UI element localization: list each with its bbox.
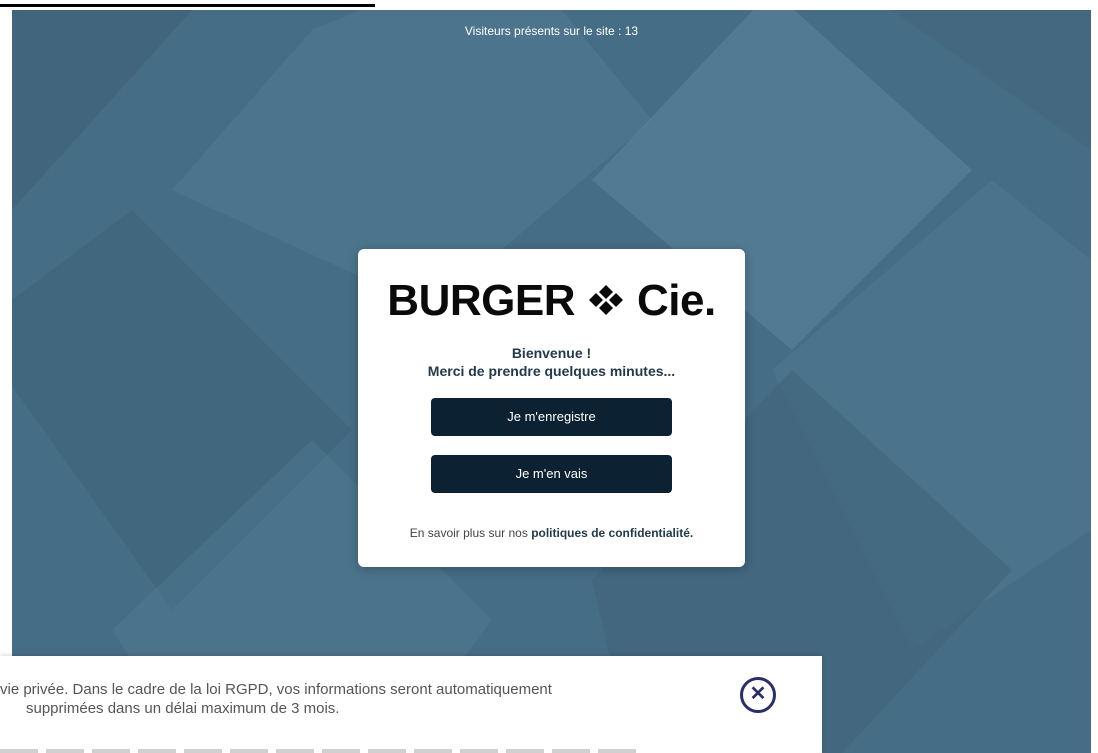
welcome-card: BURGER Cie. Bienvenue ! Merci de prendre… [358,249,745,567]
leave-button[interactable]: Je m'en vais [431,455,672,493]
bg-shape [12,10,192,210]
gdpr-banner: vie privée. Dans le cadre de la loi RGPD… [0,656,822,753]
privacy-prefix: En savoir plus sur nos [409,526,528,540]
banner-cropped-text [0,746,640,753]
logo-text-right: Cie. [636,276,716,325]
gdpr-banner-text: vie privée. Dans le cadre de la loi RGPD… [0,680,720,718]
welcome-message: Bienvenue ! Merci de prendre quelques mi… [358,344,745,380]
welcome-title: Bienvenue ! [511,345,592,361]
brand-logo: BURGER Cie. [358,276,745,325]
page: Visiteurs présents sur le site : 13 BURG… [0,0,1098,753]
welcome-subtitle: Merci de prendre quelques minutes... [427,363,676,379]
logo-text-left: BURGER [387,276,575,325]
privacy-policy-link[interactable]: politiques de confidentialité. [531,526,693,540]
privacy-notice: En savoir plus sur nos politiques de con… [358,526,745,540]
top-divider [0,4,375,7]
register-button[interactable]: Je m'enregistre [431,398,672,436]
visitor-count: Visiteurs présents sur le site : 13 [464,24,639,38]
close-icon[interactable]: ✕ [740,677,776,713]
gdpr-banner-line2: supprimées dans un délai maximum de 3 mo… [26,700,340,717]
diamond-cluster-icon [588,285,623,315]
gdpr-banner-line1: vie privée. Dans le cadre de la loi RGPD… [0,681,552,698]
